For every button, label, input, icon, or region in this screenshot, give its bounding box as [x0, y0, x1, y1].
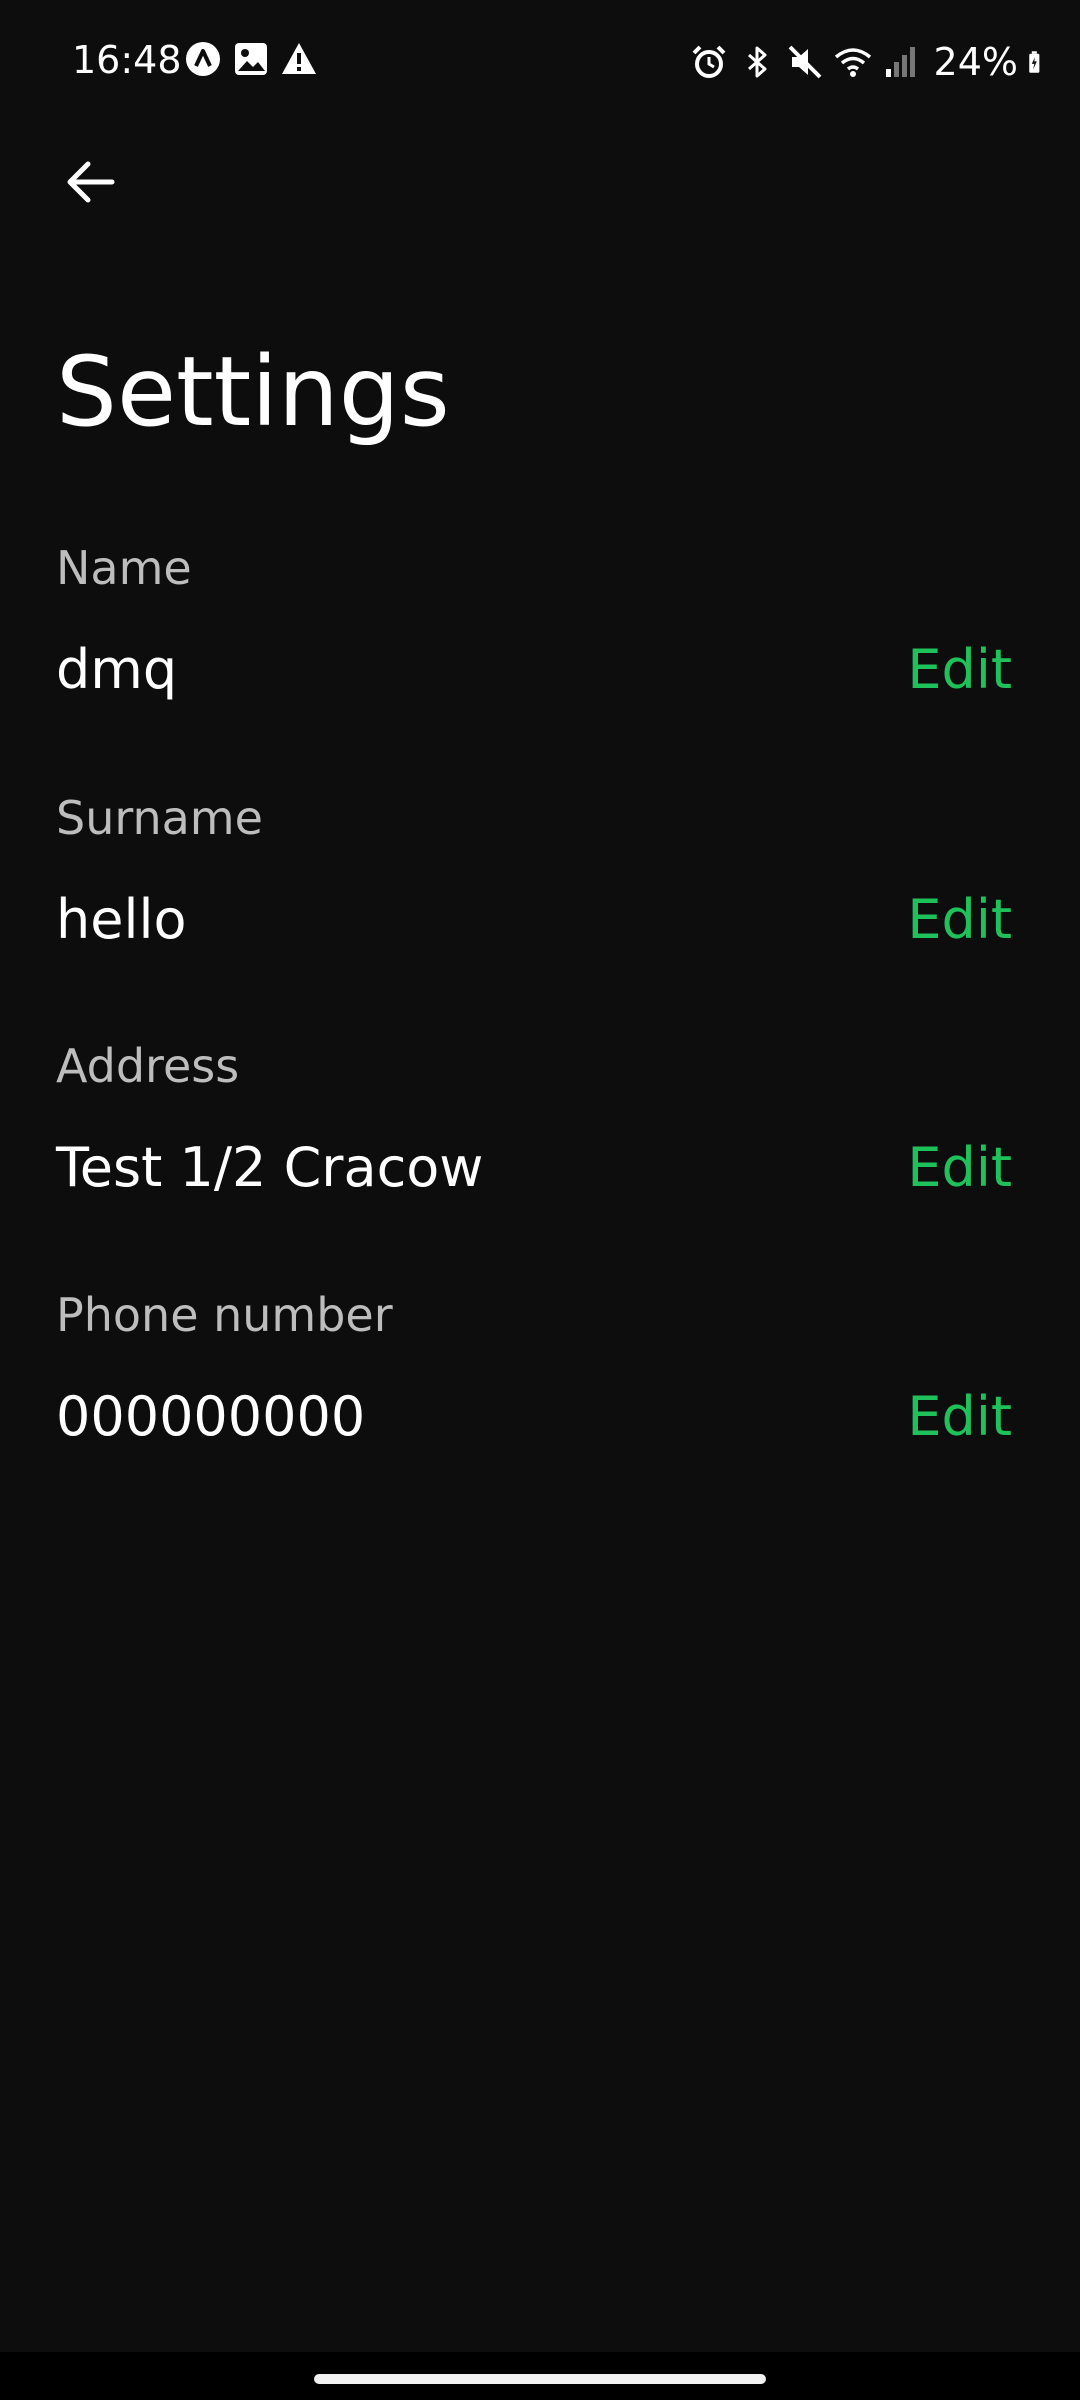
bluetooth-icon — [747, 46, 767, 78]
signal-icon — [885, 47, 915, 77]
arrow-left-icon — [67, 161, 115, 203]
field-label: Phone number — [56, 1288, 393, 1342]
field-label: Name — [56, 541, 192, 595]
edit-phone-number-button[interactable]: Edit — [907, 1381, 1012, 1453]
system-icons: 24% — [690, 38, 1052, 86]
field-label: Surname — [56, 791, 263, 845]
field-address: Address Test 1/2 Cracow Edit — [56, 1036, 1012, 1236]
field-value: 000000000 — [56, 1385, 366, 1448]
notification-icons — [184, 40, 318, 78]
alarm-icon — [692, 45, 725, 78]
battery-icon — [1029, 51, 1040, 73]
warning-icon — [282, 43, 316, 74]
battery-percentage: 24% — [933, 40, 1018, 84]
home-indicator[interactable] — [314, 2374, 766, 2384]
field-name: Name dmq Edit — [56, 538, 1012, 738]
field-label: Address — [56, 1039, 240, 1093]
field-value: dmq — [56, 638, 178, 701]
app-notification-icon — [186, 42, 220, 76]
edit-surname-button[interactable]: Edit — [907, 884, 1012, 956]
edit-address-button[interactable]: Edit — [907, 1132, 1012, 1204]
field-phone-number: Phone number 000000000 Edit — [56, 1285, 1012, 1485]
field-value: hello — [56, 888, 187, 951]
edit-name-button[interactable]: Edit — [907, 634, 1012, 706]
back-button[interactable] — [52, 144, 128, 220]
field-surname: Surname hello Edit — [56, 788, 1012, 988]
image-icon — [235, 43, 267, 75]
status-time: 16:48 — [72, 38, 182, 82]
page-title: Settings — [56, 336, 450, 448]
mute-icon — [788, 45, 821, 79]
status-bar: 16:48 24% — [0, 0, 1080, 120]
wifi-icon — [834, 48, 871, 77]
field-value: Test 1/2 Cracow — [56, 1136, 484, 1199]
